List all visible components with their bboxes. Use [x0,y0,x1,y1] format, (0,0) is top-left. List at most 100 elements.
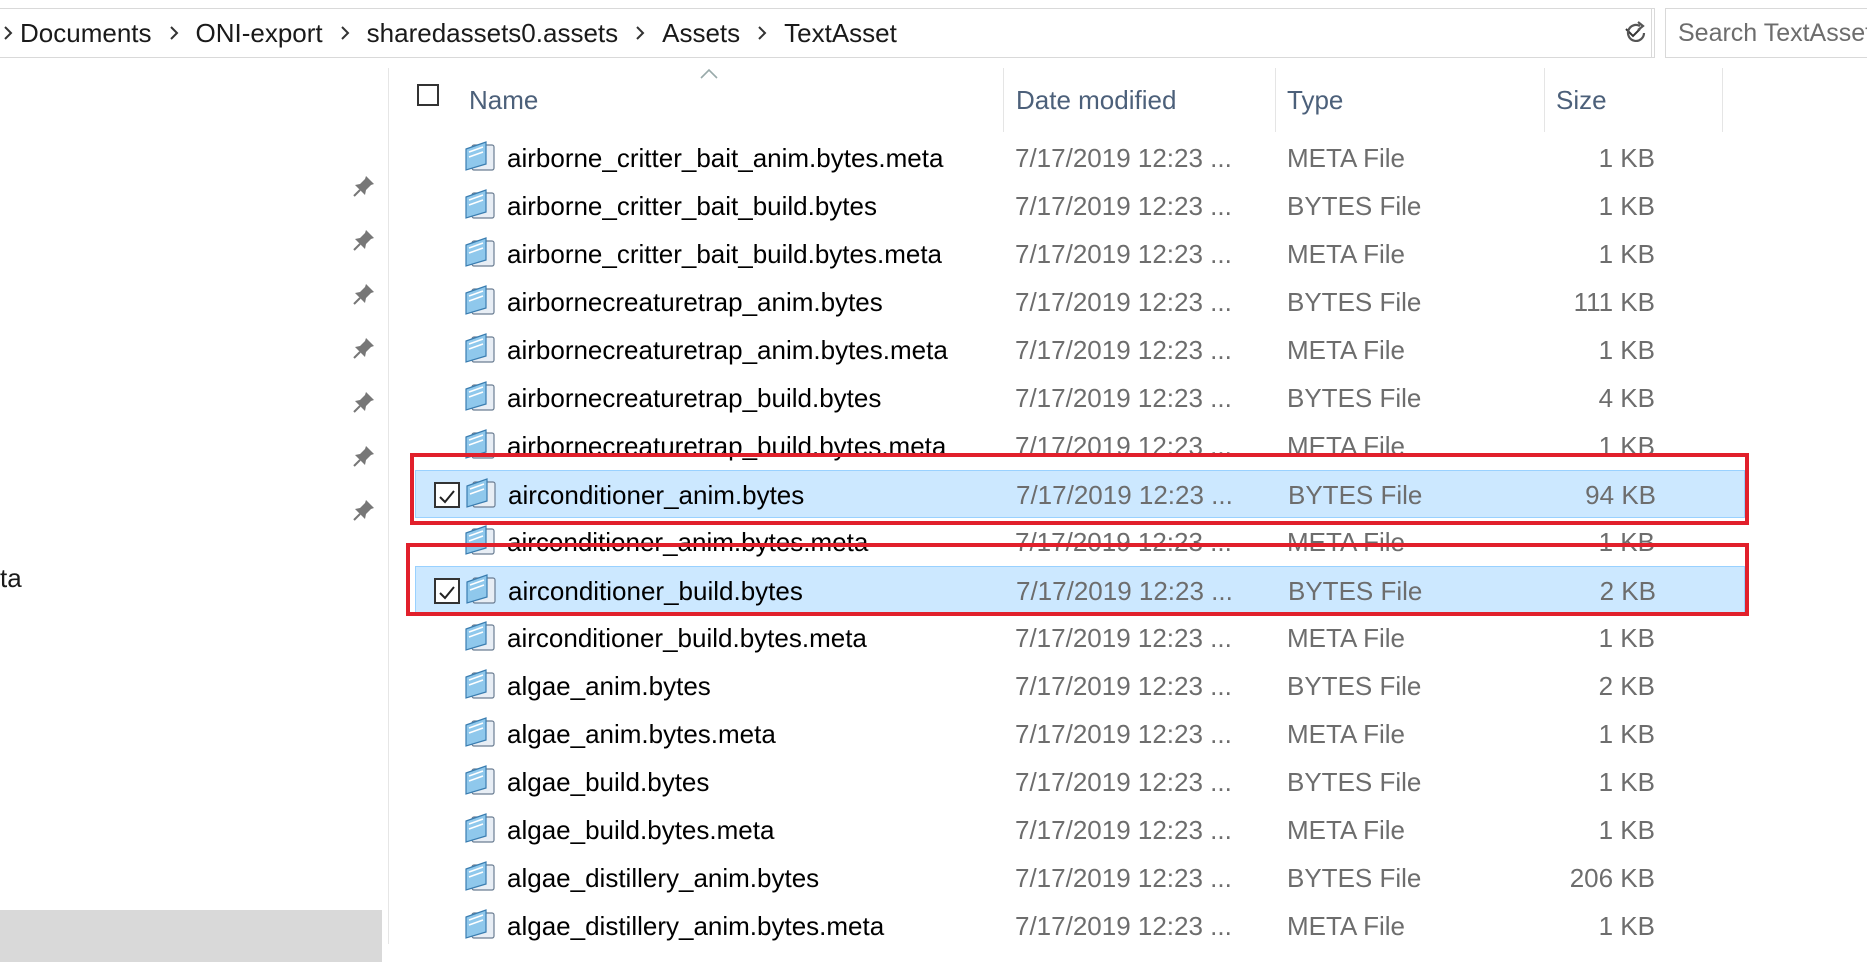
file-date-modified: 7/17/2019 12:23 ... [1016,576,1233,606]
file-row[interactable]: airconditioner_build.bytes.meta 7/17/201… [389,614,1769,662]
file-name: algae_build.bytes.meta [507,815,775,845]
file-name: airconditioner_build.bytes.meta [507,623,867,653]
breadcrumb-assets[interactable]: Assets [658,18,744,49]
column-separator[interactable] [1722,68,1723,132]
file-date-modified: 7/17/2019 12:23 ... [1015,191,1232,221]
file-row[interactable]: airconditioner_build.bytes 7/17/2019 12:… [415,566,1745,614]
file-row[interactable]: airbornecreaturetrap_build.bytes.meta 7/… [389,422,1769,470]
column-size[interactable]: Size [1556,68,1607,132]
file-size: 1 KB [1598,143,1655,173]
column-type[interactable]: Type [1287,68,1343,132]
file-type: META File [1287,815,1405,845]
file-icon [465,909,495,939]
file-name: airconditioner_anim.bytes.meta [507,527,869,557]
file-name: airbornecreaturetrap_build.bytes [507,383,882,413]
file-date-modified: 7/17/2019 12:23 ... [1015,527,1232,557]
file-icon [465,621,495,651]
file-rows: airborne_critter_bait_anim.bytes.meta 7/… [389,134,1769,950]
file-date-modified: 7/17/2019 12:23 ... [1015,911,1232,941]
select-all-checkbox[interactable] [417,84,439,106]
file-row[interactable]: airbornecreaturetrap_build.bytes 7/17/20… [389,374,1769,422]
chevron-right-icon[interactable] [156,13,192,53]
file-name: algae_anim.bytes.meta [507,719,776,749]
pin-icon[interactable] [350,388,378,416]
file-name: airborne_critter_bait_build.bytes [507,191,877,221]
nav-item-selected[interactable] [0,910,382,962]
breadcrumb-textasset[interactable]: TextAsset [780,18,901,49]
breadcrumb-documents[interactable]: Documents [16,18,156,49]
pin-icon[interactable] [350,172,378,200]
search-input[interactable]: Search TextAsset [1665,8,1867,58]
breadcrumb-oni-export[interactable]: ONI-export [192,18,327,49]
pin-icon[interactable] [350,442,378,470]
file-row[interactable]: algae_build.bytes.meta 7/17/2019 12:23 .… [389,806,1769,854]
file-row[interactable]: airbornecreaturetrap_anim.bytes 7/17/201… [389,278,1769,326]
file-type: BYTES File [1287,191,1422,221]
file-type: META File [1287,239,1405,269]
file-type: BYTES File [1288,480,1423,510]
refresh-icon [1626,21,1645,42]
file-type: BYTES File [1287,287,1422,317]
column-separator[interactable] [1003,68,1004,132]
breadcrumb-sharedassets[interactable]: sharedassets0.assets [363,18,622,49]
pin-icon[interactable] [350,280,378,308]
file-date-modified: 7/17/2019 12:23 ... [1015,767,1232,797]
file-row[interactable]: algae_build.bytes 7/17/2019 12:23 ... BY… [389,758,1769,806]
nav-item-label[interactable]: ta [0,563,22,594]
file-icon [465,861,495,891]
file-date-modified: 7/17/2019 12:23 ... [1015,863,1232,893]
file-icon [465,717,495,747]
file-icon [465,189,495,219]
file-row[interactable]: algae_anim.bytes 7/17/2019 12:23 ... BYT… [389,662,1769,710]
file-type: BYTES File [1288,576,1423,606]
file-date-modified: 7/17/2019 12:23 ... [1015,287,1232,317]
chevron-right-icon[interactable] [327,13,363,53]
file-size: 1 KB [1598,191,1655,221]
pin-icon[interactable] [350,226,378,254]
navigation-pane[interactable]: ta [0,68,388,962]
file-name: algae_anim.bytes [507,671,711,701]
file-size: 1 KB [1598,623,1655,653]
file-name: airconditioner_build.bytes [508,576,803,606]
file-icon [465,669,495,699]
file-row[interactable]: airconditioner_anim.bytes 7/17/2019 12:2… [415,470,1745,518]
refresh-button[interactable] [1619,8,1655,58]
file-size: 1 KB [1598,239,1655,269]
file-type: BYTES File [1287,383,1422,413]
column-separator[interactable] [1544,68,1545,132]
file-icon [465,525,495,555]
file-row[interactable]: airborne_critter_bait_build.bytes 7/17/2… [389,182,1769,230]
address-bar[interactable]: Documents ONI-export sharedassets0.asset… [0,8,1652,58]
file-name: airbornecreaturetrap_anim.bytes.meta [507,335,948,365]
file-row[interactable]: airconditioner_anim.bytes.meta 7/17/2019… [389,518,1769,566]
file-row[interactable]: algae_distillery_anim.bytes.meta 7/17/20… [389,902,1769,950]
chevron-right-icon[interactable] [622,13,658,53]
file-icon [465,381,495,411]
file-name: airconditioner_anim.bytes [508,480,805,510]
column-name[interactable]: Name [469,68,538,132]
column-separator[interactable] [1275,68,1276,132]
row-checkbox[interactable] [434,482,460,508]
file-date-modified: 7/17/2019 12:23 ... [1015,719,1232,749]
column-date-modified[interactable]: Date modified [1016,68,1176,132]
row-checkbox[interactable] [434,578,460,604]
file-row[interactable]: airbornecreaturetrap_anim.bytes.meta 7/1… [389,326,1769,374]
file-date-modified: 7/17/2019 12:23 ... [1015,815,1232,845]
toolbar: Documents ONI-export sharedassets0.asset… [0,0,1867,68]
file-row[interactable]: airborne_critter_bait_anim.bytes.meta 7/… [389,134,1769,182]
chevron-right-icon[interactable] [0,13,16,53]
file-size: 1 KB [1598,527,1655,557]
file-type: META File [1287,431,1405,461]
file-type: META File [1287,719,1405,749]
file-type: META File [1287,143,1405,173]
file-date-modified: 7/17/2019 12:23 ... [1015,239,1232,269]
file-row[interactable]: algae_anim.bytes.meta 7/17/2019 12:23 ..… [389,710,1769,758]
file-list[interactable]: Name Date modified Type Size airborne_cr… [389,68,1867,944]
chevron-right-icon[interactable] [744,13,780,53]
pin-icon[interactable] [350,334,378,362]
file-row[interactable]: airborne_critter_bait_build.bytes.meta 7… [389,230,1769,278]
file-row[interactable]: algae_distillery_anim.bytes 7/17/2019 12… [389,854,1769,902]
search-placeholder: Search TextAsset [1678,18,1867,47]
pin-icon[interactable] [350,496,378,524]
file-size: 4 KB [1598,383,1655,413]
